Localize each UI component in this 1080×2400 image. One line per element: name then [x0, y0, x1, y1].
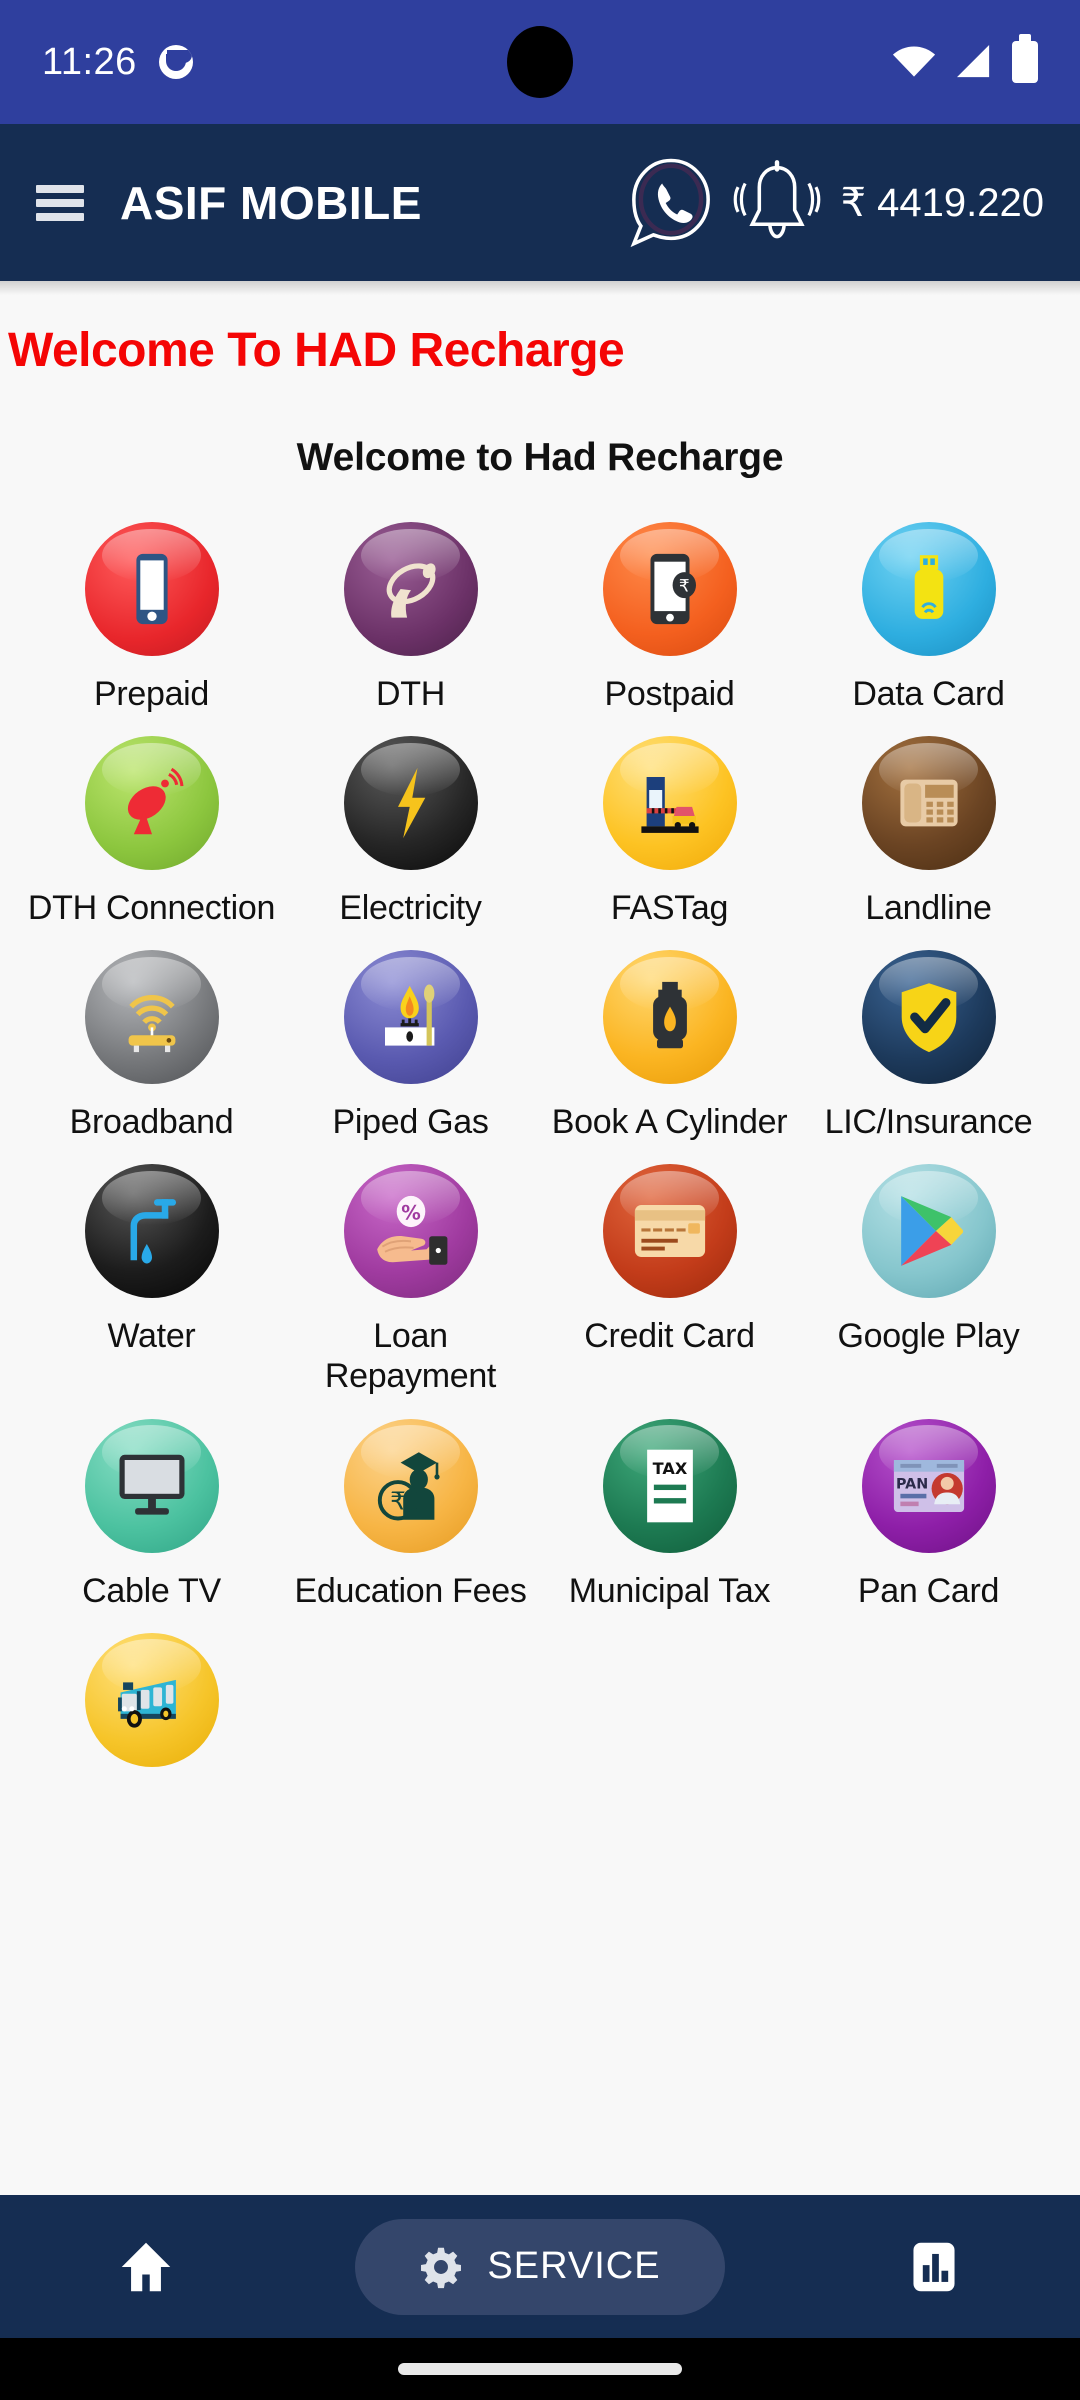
service-label: Google Play [837, 1317, 1020, 1356]
service-tile-broadband[interactable]: Broadband [22, 950, 281, 1142]
service-label: Landline [865, 889, 992, 928]
cellular-signal-icon [957, 45, 990, 78]
service-label: Education Fees [294, 1571, 527, 1610]
service-label: SERVICE [487, 2245, 661, 2287]
gas-cylinder-icon [602, 950, 737, 1085]
service-label: Piped Gas [332, 1103, 489, 1142]
service-label: Cable TV [82, 1571, 221, 1610]
service-tile-education-fees[interactable]: ₹ Education Fees [281, 1418, 540, 1611]
service-tile-electricity[interactable]: Electricity [281, 736, 540, 928]
service-tile-cable-tv[interactable]: Cable TV [22, 1418, 281, 1611]
app-bar-actions: ₹ 4419.220 [625, 155, 1044, 251]
shield-check-icon [861, 950, 996, 1085]
service-label: FASTag [610, 889, 729, 928]
mobile-phone-icon [84, 522, 219, 656]
service-tile-pan-card[interactable]: PAN Pan Card [799, 1418, 1058, 1611]
service-tile-piped-gas[interactable]: Piped Gas [281, 950, 540, 1142]
service-tile-dth-connection[interactable]: DTH Connection [22, 736, 281, 928]
lightning-bolt-icon [343, 736, 478, 871]
service-tile-credit-card[interactable]: Credit Card [540, 1164, 799, 1396]
service-label: Data Card [852, 675, 1005, 713]
service-label: Municipal Tax [568, 1571, 771, 1610]
service-tile-bus[interactable] [22, 1632, 281, 1785]
service-tile-postpaid[interactable]: ₹ Postpaid [540, 522, 799, 714]
landline-phone-icon [861, 736, 996, 871]
phone-rupee-icon: ₹ [602, 522, 737, 656]
service-label: Pan Card [857, 1571, 1000, 1610]
bar-chart-report-icon [913, 2242, 955, 2291]
app-notification-icon [158, 45, 193, 79]
credit-card-icon [602, 1164, 737, 1299]
service-tile-lic-insurance[interactable]: LIC/Insurance [799, 950, 1058, 1142]
gas-stove-icon [343, 950, 478, 1085]
pan-card-icon: PAN [861, 1418, 996, 1553]
bus-icon [84, 1632, 219, 1767]
status-time: 11:26 [42, 40, 137, 83]
service-label: Prepaid [93, 675, 210, 713]
service-tile-water[interactable]: Water [22, 1164, 281, 1396]
status-bar: 11:26 [0, 0, 1080, 124]
nav-report-button[interactable] [906, 2239, 962, 2295]
gear-icon [421, 2247, 462, 2288]
service-label: Water [107, 1317, 196, 1356]
tax-document-icon: TAX [602, 1418, 737, 1553]
service-tile-loan-repayment[interactable]: % Loan Repayment [281, 1164, 540, 1396]
service-label: Book A Cylinder [551, 1103, 788, 1142]
service-tile-dth[interactable]: DTH [281, 522, 540, 714]
service-label: Electricity [339, 889, 482, 928]
services-grid: Prepaid DTH ₹ Postpaid Data Card DTH Con… [0, 522, 1080, 1785]
gesture-navigation-bar [0, 2338, 1080, 2400]
svg-text:₹: ₹ [390, 1486, 406, 1515]
app-bar: ASIF MOBILE ₹ 4419.220 [0, 124, 1080, 281]
welcome-heading: Welcome to Had Recharge [296, 436, 784, 479]
service-label: Loan Repayment [324, 1317, 497, 1396]
google-play-icon [861, 1164, 996, 1299]
service-label: DTH Connection [27, 889, 276, 928]
service-tile-google-play[interactable]: Google Play [799, 1164, 1058, 1396]
service-label: LIC/Insurance [824, 1103, 1033, 1142]
nav-service-button[interactable]: SERVICE [355, 2218, 725, 2315]
toll-booth-icon [602, 736, 737, 871]
whatsapp-call-icon[interactable] [625, 155, 717, 251]
home-icon [121, 2242, 171, 2291]
service-label: Postpaid [604, 675, 735, 713]
wifi-icon [892, 46, 936, 77]
svg-text:%: % [401, 1202, 421, 1225]
camera-punch-hole [507, 26, 573, 98]
usb-dongle-icon [861, 522, 996, 656]
welcome-banner: Welcome To HAD Recharge [8, 324, 625, 377]
service-label: Credit Card [584, 1317, 755, 1356]
main-content: Welcome To HAD Recharge Welcome to Had R… [0, 281, 1080, 2195]
hand-percent-icon: % [343, 1164, 478, 1299]
status-icons [892, 34, 1038, 83]
app-screen: 11:26 ASIF MOBILE ₹ 4419.220 Welcome To … [0, 0, 1080, 2400]
gesture-pill[interactable] [398, 2363, 682, 2375]
graduate-rupee-icon: ₹ [343, 1418, 478, 1553]
svg-text:PAN: PAN [896, 1476, 928, 1492]
svg-text:₹: ₹ [678, 576, 689, 596]
television-icon [84, 1418, 219, 1553]
bottom-navigation: SERVICE [0, 2195, 1080, 2338]
satellite-dish-icon [343, 522, 478, 656]
service-tile-fastag[interactable]: FASTag [540, 736, 799, 928]
page-title: ASIF MOBILE [120, 176, 422, 229]
water-tap-icon [84, 1164, 219, 1299]
wallet-balance[interactable]: ₹ 4419.220 [841, 180, 1044, 226]
hamburger-menu-icon[interactable] [36, 184, 84, 221]
svg-text:TAX: TAX [652, 1458, 687, 1477]
service-tile-data-card[interactable]: Data Card [799, 522, 1058, 714]
wifi-router-icon [84, 950, 219, 1085]
service-tile-prepaid[interactable]: Prepaid [22, 522, 281, 714]
dish-antenna-icon [84, 736, 219, 871]
nav-home-button[interactable] [118, 2239, 174, 2295]
service-tile-landline[interactable]: Landline [799, 736, 1058, 928]
service-label: DTH [376, 675, 445, 713]
service-tile-municipal-tax[interactable]: TAX Municipal Tax [540, 1418, 799, 1611]
service-tile-book-a-cylinder[interactable]: Book A Cylinder [540, 950, 799, 1142]
battery-full-icon [1012, 34, 1038, 83]
service-label: Broadband [69, 1103, 234, 1142]
notification-bell-icon[interactable] [727, 157, 827, 249]
